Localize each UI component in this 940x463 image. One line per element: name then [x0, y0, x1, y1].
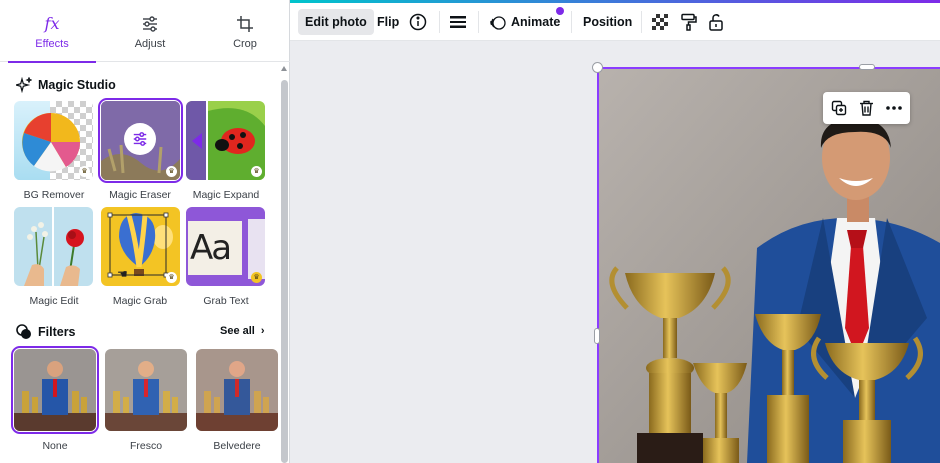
tab-label: Effects: [35, 37, 69, 50]
filter-belvedere-thumb[interactable]: [196, 349, 278, 431]
section-title-text: Magic Studio: [38, 78, 116, 92]
more-icon: [886, 106, 902, 110]
filter-preview-image: [105, 349, 187, 431]
filter-none-thumb[interactable]: [11, 346, 99, 434]
line-weight-icon: [450, 16, 466, 28]
crop-icon: [237, 15, 253, 32]
tile-label: BG Remover: [23, 189, 85, 201]
filters-icon: [16, 324, 31, 339]
crown-icon: ♛: [251, 166, 262, 177]
delete-button[interactable]: [856, 98, 876, 118]
position-button[interactable]: Position: [583, 9, 632, 35]
filter-label: Belvedere: [213, 440, 261, 452]
duplicate-button[interactable]: [829, 98, 849, 118]
fx-icon: fx: [44, 14, 60, 33]
filter-preview-image: [196, 349, 278, 431]
resize-handle-top[interactable]: [859, 64, 875, 70]
sparkle-icon: [16, 77, 32, 93]
tile-label: Magic Eraser: [109, 189, 171, 201]
grab-text-tile[interactable]: Aa ♛: [186, 207, 265, 286]
edit-photo-button[interactable]: Edit photo: [298, 9, 374, 35]
filters-heading: Filters: [16, 324, 76, 340]
magic-expand-tile[interactable]: ♛: [186, 101, 265, 180]
selected-photo[interactable]: [597, 68, 940, 463]
panel-tabs: fx Effects Adjust Crop: [0, 0, 293, 63]
line-weight-button[interactable]: [450, 9, 466, 35]
filter-label: None: [42, 440, 68, 452]
resize-handle-top-left[interactable]: [592, 62, 603, 73]
scroll-thumb[interactable]: [281, 80, 288, 463]
copy-style-button[interactable]: [680, 9, 697, 35]
magic-edit-tile[interactable]: [14, 207, 93, 286]
animate-button[interactable]: Animate: [489, 9, 560, 35]
text-sample-card: Aa: [186, 219, 244, 277]
tab-effects[interactable]: fx Effects: [4, 0, 100, 63]
paint-roller-icon: [681, 13, 697, 31]
sliders-icon: [133, 132, 147, 146]
duplicate-icon: [831, 100, 847, 116]
hand-cursor-icon: ☚: [117, 267, 128, 281]
resize-handle-left[interactable]: [594, 328, 600, 344]
crown-icon: ♛: [79, 166, 90, 177]
businessman-with-trophies-image: [597, 68, 940, 463]
info-icon: [409, 13, 427, 31]
edit-photo-panel: fx Effects Adjust Crop Magic Studio ♛ BG…: [0, 0, 290, 463]
filter-fresco-thumb[interactable]: [105, 349, 187, 431]
see-all-link[interactable]: See all ›: [220, 325, 265, 337]
top-toolbar: Edit photo Flip Animate Position: [290, 3, 940, 41]
magic-eraser-tile[interactable]: ♛: [98, 98, 183, 183]
element-floating-toolbar: [823, 92, 910, 124]
notification-dot: [556, 7, 564, 15]
transparency-icon: [652, 14, 668, 30]
more-options-button[interactable]: [884, 98, 904, 118]
bg-remover-tile[interactable]: ♛: [14, 101, 93, 180]
magic-studio-heading: Magic Studio: [16, 77, 116, 93]
magic-grab-tile[interactable]: ☚ ♛: [101, 207, 180, 286]
flip-button[interactable]: Flip: [377, 9, 399, 35]
filter-label: Fresco: [129, 440, 163, 452]
tile-label: Grab Text: [203, 295, 249, 307]
animate-label: Animate: [511, 15, 561, 29]
filter-preview-image: [14, 349, 96, 431]
crown-icon: ♛: [166, 166, 177, 177]
info-button[interactable]: [409, 9, 427, 35]
unlock-icon: [709, 14, 723, 31]
tab-label: Crop: [233, 37, 257, 50]
scroll-up-arrow-icon[interactable]: [281, 66, 287, 71]
beach-ball-image: [22, 113, 81, 172]
flip-label: Flip: [377, 15, 400, 29]
tile-label: Magic Edit: [29, 295, 79, 307]
tab-adjust[interactable]: Adjust: [102, 0, 198, 62]
chevron-right-icon: ›: [260, 325, 265, 337]
animate-icon: [490, 15, 506, 30]
lock-button[interactable]: [708, 9, 724, 35]
transparency-button[interactable]: [652, 9, 668, 35]
see-all-label: See all: [220, 325, 255, 337]
position-label: Position: [583, 15, 633, 29]
edit-photo-label: Edit photo: [305, 15, 367, 29]
tile-label: Magic Expand: [192, 189, 260, 201]
section-title-text: Filters: [38, 325, 76, 339]
crown-icon: ♛: [251, 272, 262, 283]
sliders-icon: [143, 15, 157, 32]
trash-icon: [859, 100, 873, 116]
tile-label: Magic Grab: [112, 295, 168, 307]
flowers-in-hands-image: [24, 222, 84, 286]
tab-crop[interactable]: Crop: [197, 0, 293, 62]
tab-label: Adjust: [134, 37, 166, 50]
crown-icon: ♛: [166, 272, 177, 283]
panel-scrollbar[interactable]: [281, 66, 288, 463]
